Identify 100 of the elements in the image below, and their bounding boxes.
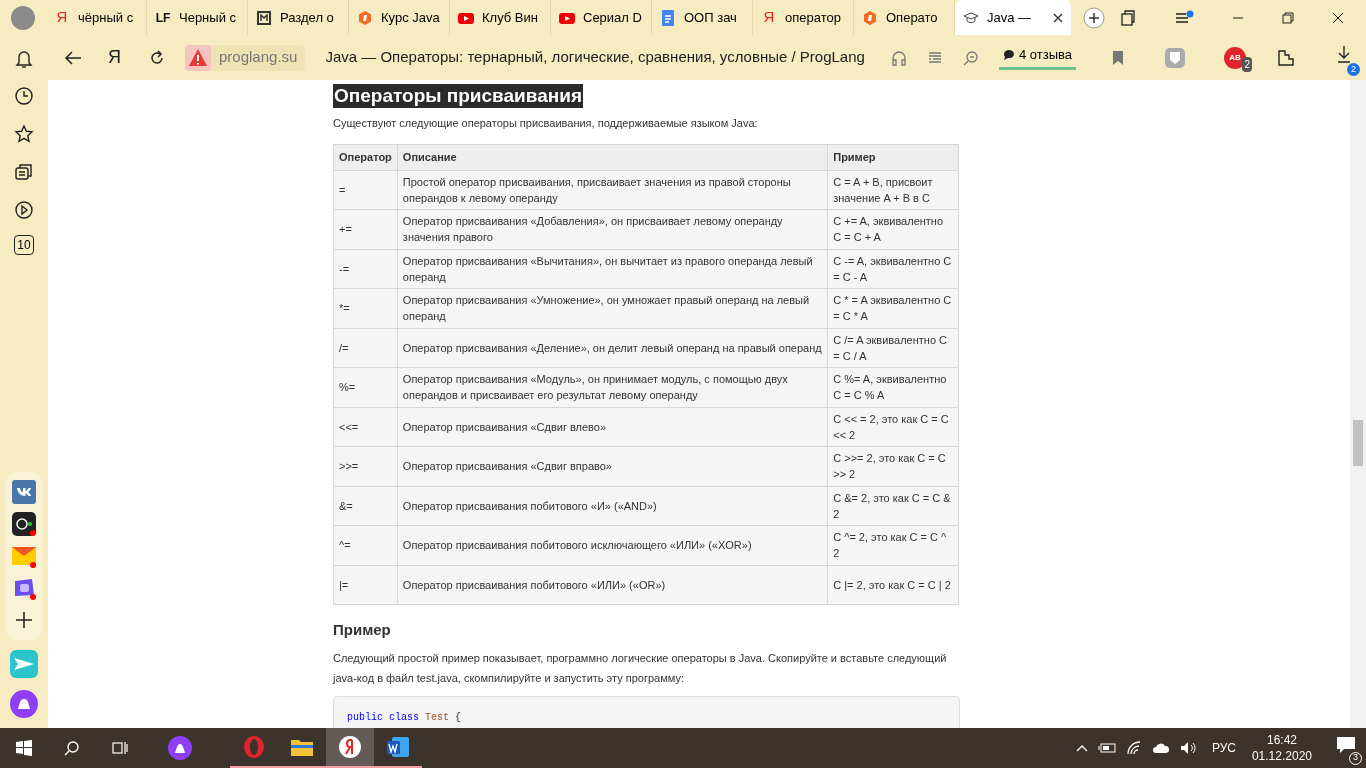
table-cell: Простой оператор присваивания, присваивает значения из правой стороны операндов к левому операнду (397, 170, 828, 210)
warning-icon (185, 44, 211, 71)
table-cell: C = A + B, присвоит значение A + B в C (827, 170, 959, 210)
reload-icon[interactable] (149, 49, 165, 66)
speaker-icon[interactable] (1179, 741, 1198, 755)
count-badge: 2 (1242, 56, 1252, 72)
column-header: Описание (397, 144, 828, 170)
search-icon[interactable] (64, 740, 80, 756)
windows-icon[interactable] (16, 740, 32, 756)
reader-icon[interactable] (926, 49, 943, 66)
table-cell: C += A, эквивалентно C = C + A (827, 209, 959, 249)
star-icon[interactable] (14, 124, 34, 144)
table-cell: C %= A, эквивалентно C = C % A (827, 367, 959, 407)
table-cell: Оператор присваивания побитового исключающего «ИЛИ» («XOR») (397, 525, 828, 565)
wifi-icon[interactable] (1125, 741, 1142, 755)
tabs-icon[interactable] (1120, 9, 1136, 26)
battery-icon[interactable] (1097, 742, 1116, 754)
logo-icon: Я (54, 6, 70, 29)
code-token: class (389, 710, 420, 725)
task-view-icon[interactable] (112, 740, 128, 756)
messenger-icon[interactable] (12, 576, 36, 600)
code-token: { (455, 710, 462, 725)
hexagon-icon (357, 9, 373, 26)
column-header: Пример (827, 144, 959, 170)
table-cell: C /= A эквивалентно C = C / A (827, 328, 959, 368)
table-cell: Оператор присваивания «Добавления», он присваивает левому операнду значения правого (397, 209, 828, 249)
restore-icon[interactable] (1282, 11, 1294, 24)
section-heading: Операторы присваивания (333, 84, 583, 108)
scrollbar-thumb[interactable] (1353, 420, 1363, 466)
table-cell: = (333, 170, 398, 210)
mail-icon[interactable] (12, 544, 36, 568)
back-icon[interactable] (64, 49, 82, 66)
table-cell: Оператор присваивания «Сдвиг вправо» (397, 446, 828, 486)
count-badge: 2 (1347, 63, 1360, 76)
table-cell: C >>= 2, это как C = C >> 2 (827, 446, 959, 486)
hexagon-icon (862, 9, 878, 26)
table-cell: C |= 2, это как C = C | 2 (827, 565, 959, 605)
headphones-icon[interactable] (890, 49, 907, 66)
table-cell: <<= (333, 407, 398, 447)
table-cell: C << = 2, это как C = C << 2 (827, 407, 959, 447)
count-badge: 3 (1349, 751, 1362, 765)
document-icon (660, 9, 676, 26)
bookmark-icon[interactable] (1112, 49, 1124, 66)
intro-text: Существуют следующие операторы присваивания, поддерживаемые языком Java: (333, 116, 759, 131)
section-heading: Пример (333, 620, 392, 640)
avatar-icon[interactable] (11, 5, 35, 30)
alice-icon[interactable] (168, 736, 192, 760)
code-token: public (347, 710, 383, 725)
yandex-browser-icon[interactable] (338, 735, 362, 759)
bell-icon[interactable] (14, 48, 34, 68)
column-header: Оператор (333, 144, 398, 170)
table-cell: Оператор присваивания «Деление», он делит левый операнд на правый операнд (397, 328, 828, 368)
table-cell: >>= (333, 446, 398, 486)
language-indicator[interactable]: РУС (1211, 739, 1236, 757)
close-icon[interactable] (1053, 12, 1063, 23)
clock-icon[interactable] (14, 86, 34, 106)
clock-date[interactable]: 01.12.2020 (1251, 748, 1312, 764)
reviews-button[interactable]: 4 отзыва (998, 44, 1076, 71)
table-cell: Оператор присваивания побитового «ИЛИ» («OR») (397, 565, 828, 605)
table-cell: += (333, 209, 398, 249)
table-cell: Оператор присваивания побитового «И» («AND») (397, 486, 828, 526)
download-icon[interactable] (1336, 45, 1352, 63)
speech-bubble-icon (1002, 48, 1015, 61)
table-cell: *= (333, 288, 398, 328)
word-icon[interactable] (386, 735, 410, 759)
browser-tab[interactable]: Java — (955, 0, 1071, 35)
logo-icon: Я (761, 6, 777, 29)
table-cell: -= (333, 249, 398, 289)
table-cell: ^= (333, 525, 398, 565)
cards-icon[interactable] (14, 162, 34, 182)
table-cell: C -= A, эквивалентно C = C - A (827, 249, 959, 289)
camera-icon[interactable] (12, 512, 36, 536)
table-cell: /= (333, 328, 398, 368)
table-cell: |= (333, 565, 398, 605)
table-cell: &= (333, 486, 398, 526)
table-cell: C &= 2, это как C = C & 2 (827, 486, 959, 526)
adblock-icon[interactable]: AB (1224, 46, 1246, 69)
table-cell: Оператор присваивания «Сдвиг влево» (397, 407, 828, 447)
graduation-cap-icon (963, 9, 979, 26)
chevron-up-icon[interactable] (1075, 744, 1088, 752)
opera-icon[interactable] (242, 735, 266, 759)
paragraph-text: Следующий простой пример показывает, программно логические операторы в Java. Скопируйте и вставьте следующий java-код в файл test.java, скомпилируйте и запустить эту программу: (333, 650, 948, 686)
table-cell: %= (333, 367, 398, 407)
extension-icon[interactable] (1276, 47, 1296, 68)
close-icon[interactable] (1332, 11, 1344, 24)
new-tab-icon[interactable] (1083, 6, 1105, 29)
notifications-icon[interactable] (1336, 735, 1356, 754)
play-circle-icon[interactable] (14, 200, 34, 220)
menu-icon[interactable] (1174, 9, 1194, 26)
vk-icon[interactable] (12, 480, 36, 504)
cloud-icon[interactable] (1151, 742, 1170, 754)
counter-badge[interactable]: 10 (14, 235, 34, 255)
frame-icon (256, 9, 272, 26)
table-cell: Оператор присваивания «Умножение», он умножает правый операнд на левый операнд (397, 288, 828, 328)
yandex-logo[interactable]: Я (108, 44, 121, 71)
table-cell: C * = A эквивалентно C = C * A (827, 288, 959, 328)
clock-time[interactable]: 16:42 (1266, 732, 1297, 748)
table-cell: C ^= 2, это как C = C ^ 2 (827, 525, 959, 565)
table-cell: Оператор присваивания «Вычитания», он вычитает из правого операнда левый операнд (397, 249, 828, 289)
zoom-icon[interactable] (962, 49, 979, 66)
